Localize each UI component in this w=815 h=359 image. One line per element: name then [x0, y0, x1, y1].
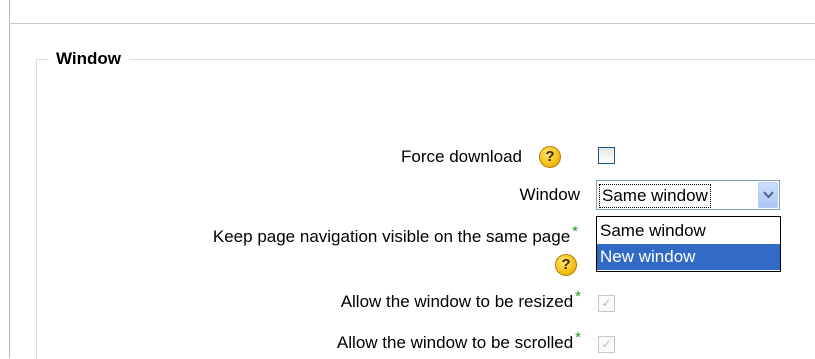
window-fieldset-legend: Window	[49, 47, 129, 71]
required-mark: *	[575, 329, 581, 346]
resizable-label: Allow the window to be resized *	[200, 288, 581, 314]
required-mark: *	[572, 223, 578, 240]
window-label: Window	[519, 185, 580, 204]
previous-section-edge	[9, 0, 815, 24]
force-download-help-icon[interactable]: ?	[539, 146, 561, 168]
keep-navigation-label-text: Keep page navigation visible on the same…	[212, 227, 571, 246]
keep-navigation-label: Keep page navigation visible on the same…	[60, 223, 578, 249]
option-new-window[interactable]: New window	[597, 244, 780, 270]
scrollable-label: Allow the window to be scrolled *	[200, 329, 581, 355]
resizable-checkbox[interactable]: ✓	[598, 295, 615, 312]
force-download-checkbox[interactable]	[598, 147, 615, 164]
force-download-label: Force download	[401, 147, 522, 166]
checkmark-icon: ✓	[601, 337, 612, 351]
required-mark: *	[575, 288, 581, 305]
option-same-window[interactable]: Same window	[597, 218, 780, 244]
window-select-value: Same window	[599, 184, 711, 208]
scrollable-label-text: Allow the window to be scrolled	[336, 333, 574, 352]
dropdown-arrow-icon[interactable]	[758, 182, 778, 208]
keep-navigation-help-icon[interactable]: ?	[555, 254, 577, 276]
window-select[interactable]: Same window	[596, 180, 780, 210]
checkmark-icon: ✓	[601, 296, 612, 310]
window-dropdown-list[interactable]: Same window New window	[596, 216, 781, 272]
resizable-label-text: Allow the window to be resized	[340, 292, 574, 311]
